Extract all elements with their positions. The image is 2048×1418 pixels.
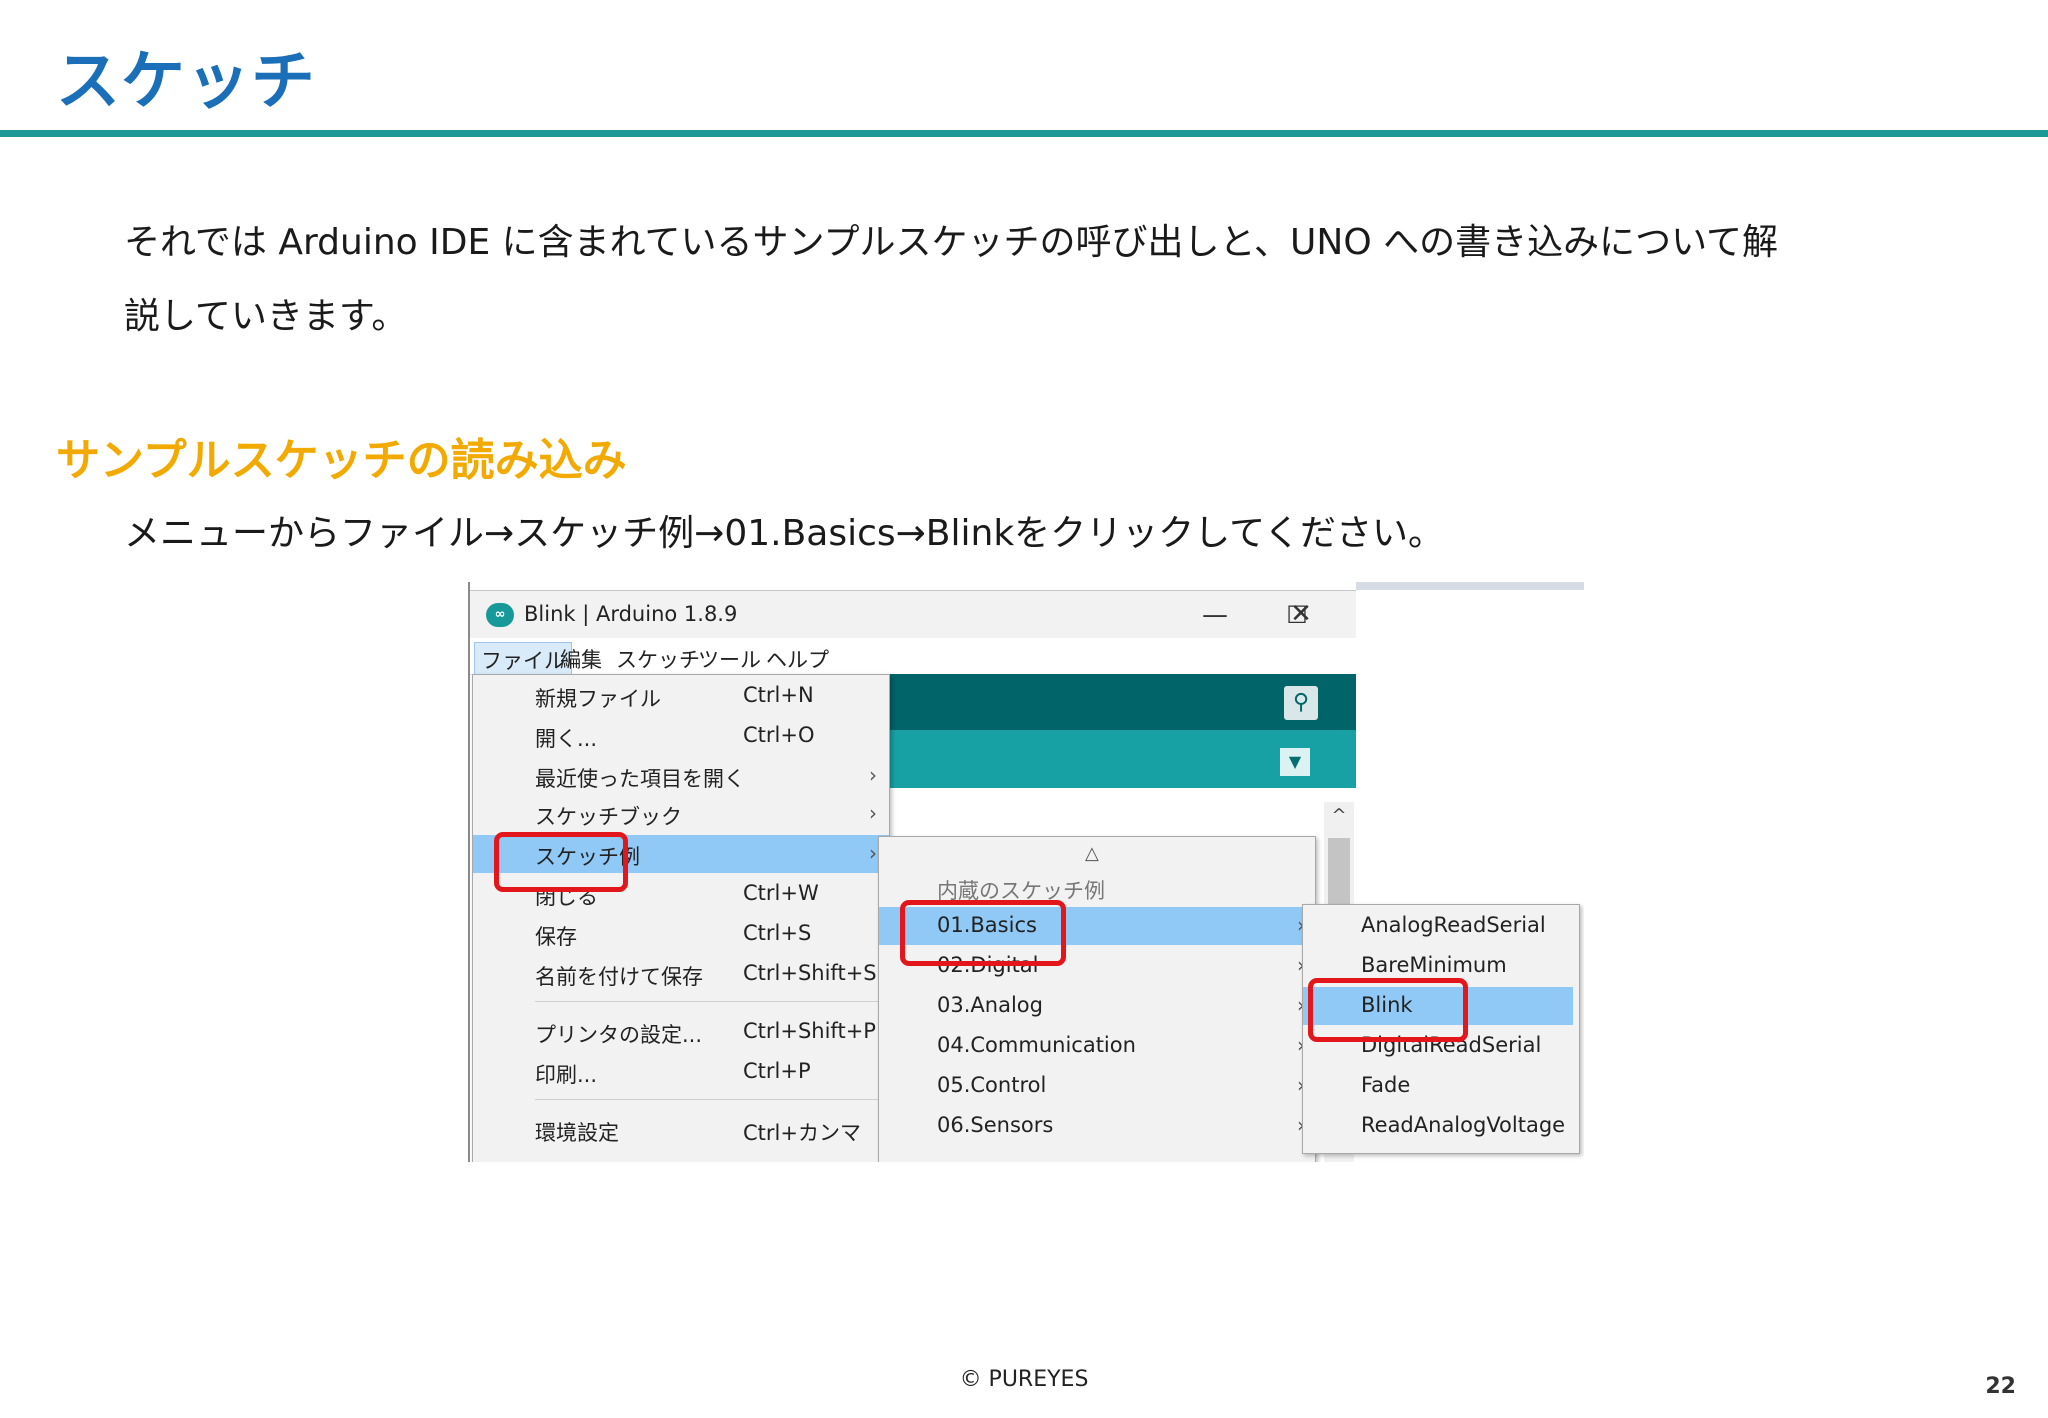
- file-menu-item-new[interactable]: 新規ファイル Ctrl+N: [473, 677, 889, 715]
- basics-item-readanalogvoltage[interactable]: ReadAnalogVoltage: [1303, 1107, 1579, 1145]
- callout-blink: [1308, 978, 1468, 1042]
- intro-paragraph: それでは Arduino IDE に含まれているサンプルスケッチの呼び出しと、U…: [124, 206, 1924, 354]
- file-menu-item-save-as[interactable]: 名前を付けて保存 Ctrl+Shift+S: [473, 955, 889, 993]
- menu-separator: [535, 1099, 883, 1100]
- menu-item-shortcut: Ctrl+W: [743, 881, 819, 905]
- menu-item-label: 開く...: [535, 727, 598, 751]
- file-menu-item-page-setup[interactable]: プリンタの設定... Ctrl+Shift+P: [473, 1013, 889, 1051]
- file-menu-item-sketchbook[interactable]: スケッチブック ›: [473, 795, 889, 833]
- menu-item-shortcut: Ctrl+Shift+S: [743, 961, 877, 985]
- menu-item-shortcut: Ctrl+N: [743, 683, 814, 707]
- menu-item-label: 保存: [535, 925, 577, 949]
- arduino-ide-screenshot: ∞ Blink | Arduino 1.8.9 — ☐ ✕ ファイル 編集 スケ…: [468, 582, 1584, 1162]
- menu-item-label: Fade: [1361, 1073, 1411, 1097]
- menu-item-shortcut: Ctrl+P: [743, 1059, 811, 1083]
- menu-edit[interactable]: 編集: [554, 642, 608, 676]
- intro-line-1: それでは Arduino IDE に含まれているサンプルスケッチの呼び出しと、U…: [124, 222, 1779, 263]
- menu-item-label: BareMinimum: [1361, 953, 1507, 977]
- menu-item-shortcut: Ctrl+Shift+P: [743, 1019, 876, 1043]
- triangle-down-icon[interactable]: ▼: [1280, 748, 1310, 776]
- title-bar[interactable]: ∞ Blink | Arduino 1.8.9 — ☐: [470, 590, 1356, 639]
- basics-item-analogreadserial[interactable]: AnalogReadSerial: [1303, 907, 1579, 945]
- menu-item-label: ReadAnalogVoltage: [1361, 1113, 1566, 1137]
- examples-item-communication[interactable]: 04.Communication ›: [879, 1027, 1315, 1065]
- menu-item-shortcut: Ctrl+O: [743, 723, 815, 747]
- menu-item-label: 環境設定: [535, 1121, 619, 1145]
- menu-item-label: 06.Sensors: [937, 1113, 1054, 1137]
- chevron-right-icon: ›: [869, 841, 877, 865]
- menu-item-label: 名前を付けて保存: [535, 965, 703, 989]
- slide-title: スケッチ: [56, 45, 316, 119]
- file-menu-item-recent[interactable]: 最近使った項目を開く ›: [473, 757, 889, 795]
- file-menu-item-open[interactable]: 開く... Ctrl+O: [473, 717, 889, 755]
- file-menu-item-save[interactable]: 保存 Ctrl+S: [473, 915, 889, 953]
- menu-separator: [535, 1001, 883, 1002]
- chevron-right-icon: ›: [869, 801, 877, 825]
- minimize-button[interactable]: —: [1190, 597, 1240, 633]
- scroll-up-icon[interactable]: △: [1085, 843, 1099, 864]
- chevron-up-icon[interactable]: ^: [1324, 802, 1354, 830]
- callout-basics: [900, 900, 1066, 966]
- examples-menu: △ 内蔵のスケッチ例 01.Basics › 02.Digital › 03.A…: [878, 836, 1316, 1162]
- menu-item-label: スケッチブック: [535, 805, 682, 829]
- menu-item-label: プリンタの設定...: [535, 1023, 703, 1047]
- instruction-text: メニューからファイル→スケッチ例→01.Basics→Blinkをクリックしてく…: [124, 513, 1445, 554]
- chevron-right-icon: ›: [869, 763, 877, 787]
- menu-item-label: 04.Communication: [937, 1033, 1136, 1057]
- menu-item-shortcut: Ctrl+S: [743, 921, 812, 945]
- examples-item-sensors[interactable]: 06.Sensors ›: [879, 1107, 1315, 1145]
- magnifier-icon[interactable]: ⚲: [1284, 686, 1318, 720]
- menu-tools[interactable]: ツール: [692, 642, 767, 676]
- menu-item-label: AnalogReadSerial: [1361, 913, 1546, 937]
- menu-item-label: 05.Control: [937, 1073, 1047, 1097]
- background-strip: [1352, 582, 1584, 590]
- menu-help[interactable]: ヘルプ: [760, 642, 835, 676]
- file-menu-item-print[interactable]: 印刷... Ctrl+P: [473, 1053, 889, 1091]
- menu-item-shortcut: Ctrl+カンマ: [743, 1121, 861, 1145]
- arduino-logo-icon: ∞: [486, 603, 514, 627]
- menu-bar: ファイル 編集 スケッチ ツール ヘルプ: [470, 638, 1356, 678]
- copyright-footer: © PUREYES: [959, 1367, 1089, 1392]
- file-menu: 新規ファイル Ctrl+N 開く... Ctrl+O 最近使った項目を開く › …: [472, 674, 890, 1162]
- examples-item-analog[interactable]: 03.Analog ›: [879, 987, 1315, 1025]
- window-title: Blink | Arduino 1.8.9: [524, 602, 738, 626]
- basics-item-fade[interactable]: Fade: [1303, 1067, 1579, 1105]
- title-rule: [0, 130, 2048, 137]
- menu-item-label: 新規ファイル: [535, 687, 661, 711]
- section-heading: サンプルスケッチの読み込み: [56, 435, 627, 486]
- menu-item-label: 03.Analog: [937, 993, 1043, 1017]
- file-menu-item-preferences[interactable]: 環境設定 Ctrl+カンマ: [473, 1111, 889, 1149]
- callout-examples: [494, 832, 628, 892]
- menu-item-label: 最近使った項目を開く: [535, 767, 745, 791]
- close-button[interactable]: ✕: [1276, 596, 1326, 632]
- intro-line-2: 説していきます。: [124, 296, 408, 337]
- examples-item-control[interactable]: 05.Control ›: [879, 1067, 1315, 1105]
- menu-item-label: 印刷...: [535, 1063, 598, 1087]
- page-number: 22: [1985, 1374, 2016, 1399]
